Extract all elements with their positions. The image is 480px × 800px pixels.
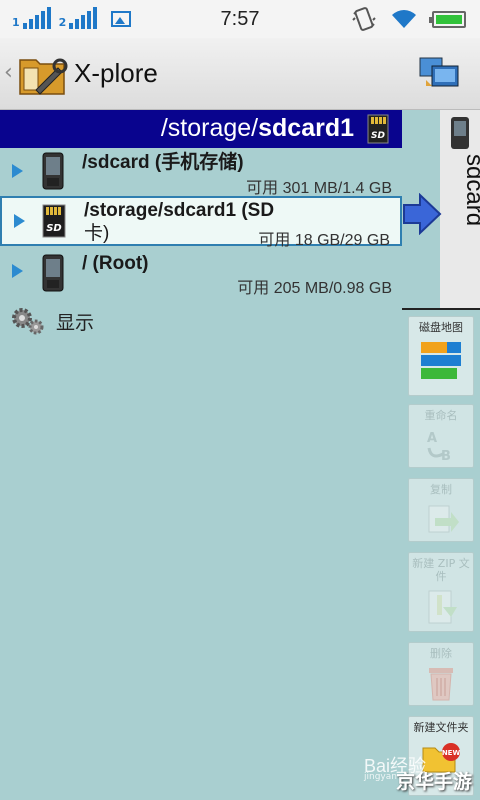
expand-arrow-icon[interactable] — [14, 214, 25, 228]
action-toolbar: 磁盘地图 重命名 A B 复制 新建 ZIP 文件 删除 新建文件夹 NEW — [402, 308, 480, 800]
zip-file-icon — [428, 590, 457, 624]
disk-map-button[interactable]: 磁盘地图 — [408, 316, 474, 396]
storage-list: /sdcard (手机存储) 可用 301 MB/1.4 GB SD /stor… — [0, 148, 402, 800]
list-item-selected[interactable]: SD /storage/sdcard1 (SD 卡) 可用 18 GB/29 G… — [0, 196, 402, 249]
path-current-folder: sdcard1 — [258, 114, 354, 142]
copy-icon — [428, 505, 459, 533]
app-logo-icon[interactable] — [18, 50, 68, 98]
phone-icon — [42, 152, 64, 190]
wifi-icon — [392, 10, 416, 28]
phone-icon — [42, 254, 64, 292]
status-right-icons — [352, 6, 466, 32]
back-chevron-icon[interactable]: ‹ — [4, 60, 13, 85]
svg-text:A: A — [427, 431, 437, 446]
expand-arrow-icon[interactable] — [12, 264, 23, 278]
watermark-cn: 京华手游 — [395, 771, 472, 793]
new-folder-label: 新建文件夹 — [413, 721, 469, 734]
delete-label: 删除 — [430, 647, 452, 660]
path-header: /storage/sdcard1 SD — [0, 110, 402, 148]
expand-arrow-icon[interactable] — [12, 164, 23, 178]
battery-icon — [429, 10, 466, 28]
list-item[interactable]: / (Root) 可用 205 MB/0.98 GB — [0, 248, 402, 298]
disk-map-icon — [421, 342, 461, 379]
trash-icon — [429, 668, 453, 701]
svg-text:NEW: NEW — [442, 749, 461, 757]
status-bar: 1 2 7:57 — [0, 0, 480, 38]
storage-name: / (Root) — [82, 253, 149, 274]
copy-button[interactable]: 复制 — [408, 478, 474, 542]
phone-icon — [451, 117, 469, 149]
svg-text:SD: SD — [46, 223, 62, 234]
show-options-row[interactable]: 显示 — [10, 306, 94, 336]
current-path: /storage/sdcard1 — [161, 114, 354, 143]
list-item[interactable]: /sdcard (手机存储) 可用 301 MB/1.4 GB — [0, 148, 402, 197]
svg-text:SD: SD — [371, 131, 385, 141]
new-zip-label: 新建 ZIP 文件 — [412, 557, 470, 583]
show-label: 显示 — [56, 312, 95, 334]
device-tab-label: sdcard — [461, 154, 480, 227]
storage-name: /sdcard (手机存储) — [82, 152, 244, 173]
sd-card-icon: SD — [367, 114, 389, 144]
gear-icon — [12, 308, 44, 335]
svg-text:B: B — [441, 449, 451, 464]
rename-label: 重命名 — [424, 409, 458, 422]
copy-label: 复制 — [430, 483, 452, 496]
app-bar: ‹ X-plore — [0, 38, 480, 110]
storage-name-continued: 卡) — [84, 223, 110, 244]
rename-button[interactable]: 重命名 A B — [408, 404, 474, 468]
delete-button[interactable]: 删除 — [408, 642, 474, 706]
path-prefix: /storage/ — [160, 114, 259, 142]
rename-icon: A B — [427, 431, 451, 464]
switch-pane-icon[interactable] — [418, 56, 460, 92]
new-zip-button[interactable]: 新建 ZIP 文件 — [408, 552, 474, 632]
sd-card-icon: SD — [42, 204, 66, 238]
arrow-right-icon — [403, 193, 442, 235]
storage-name: /storage/sdcard1 (SD — [84, 200, 275, 221]
storage-size: 可用 301 MB/1.4 GB — [246, 180, 392, 197]
vibrate-icon — [352, 7, 376, 31]
app-title: X-plore — [74, 58, 158, 88]
watermark-site: jingyan — [364, 772, 397, 782]
disk-map-label: 磁盘地图 — [419, 321, 463, 334]
storage-size: 可用 18 GB/29 GB — [258, 232, 390, 249]
storage-size: 可用 205 MB/0.98 GB — [237, 280, 392, 297]
